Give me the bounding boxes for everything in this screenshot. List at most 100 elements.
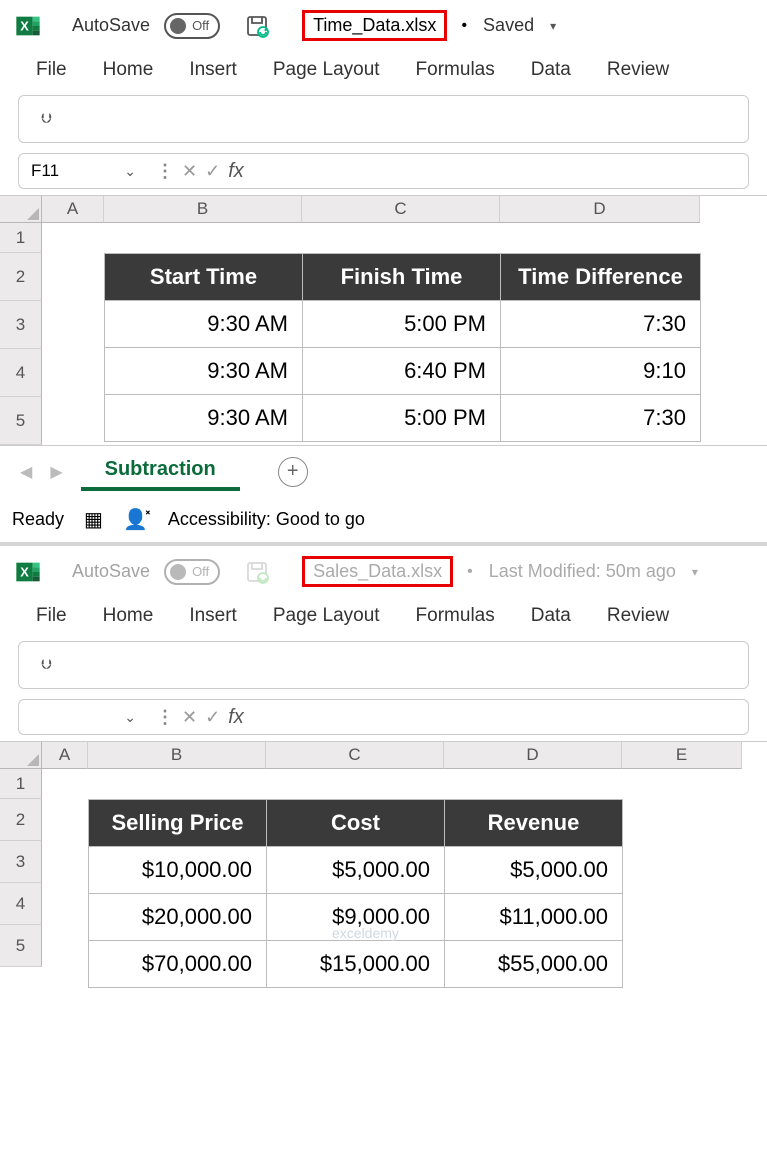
accessibility-status[interactable]: Accessibility: Good to go [168,509,365,530]
col-header[interactable]: A [42,742,88,769]
sheet-tab-bar: ◀ ▶ Subtraction + [0,445,767,497]
col-header[interactable]: D [500,196,700,223]
save-status[interactable]: Last Modified: 50m ago [489,561,676,582]
fx-icon[interactable]: fx [228,160,244,183]
col-header[interactable]: B [104,196,302,223]
row-header[interactable]: 3 [0,301,42,349]
tab-formulas[interactable]: Formulas [416,59,495,81]
sheet-tab-active[interactable]: Subtraction [81,452,240,491]
tab-home[interactable]: Home [103,59,154,81]
table-header[interactable]: Finish Time [303,254,501,301]
chevron-down-icon[interactable]: ⌄ [124,709,136,726]
row-header[interactable]: 3 [0,841,42,883]
table-header[interactable]: Selling Price [89,800,267,847]
chevron-down-icon[interactable]: ⌄ [124,163,136,180]
col-header[interactable]: B [88,742,266,769]
sheet-nav-prev-icon[interactable]: ◀ [20,462,32,482]
col-header[interactable]: C [302,196,500,223]
tab-review[interactable]: Review [607,605,669,627]
name-box[interactable]: F11 ⌄ [18,153,148,189]
row-header[interactable]: 5 [0,397,42,445]
table-header[interactable]: Time Difference [501,254,701,301]
formula-bar-buttons: ⋮ ✕ ✓ fx [148,153,252,189]
formula-input[interactable] [252,699,749,735]
row-header[interactable]: 1 [0,223,42,253]
autosave-toggle[interactable]: Off [164,13,220,39]
title-bar: X AutoSave Off Time_Data.xlsx • Saved ▾ [0,0,767,51]
tab-insert[interactable]: Insert [189,59,237,81]
tab-formulas[interactable]: Formulas [416,605,495,627]
cancel-icon[interactable]: ✕ [182,707,197,728]
spreadsheet-grid: 1 2 3 4 5 A B C D Start Time Finish Time [0,195,767,445]
table-row: 9:30 AM 5:00 PM 7:30 [105,301,701,348]
row-header[interactable]: 4 [0,883,42,925]
data-table[interactable]: Start Time Finish Time Time Difference 9… [104,253,701,442]
table-row: 9:30 AM 6:40 PM 9:10 [105,348,701,395]
name-box[interactable]: ⌄ [18,699,148,735]
row-header[interactable]: 2 [0,253,42,301]
table-row: $20,000.00 $9,000.00 $11,000.00 [89,894,623,941]
ribbon-tabs: File Home Insert Page Layout Formulas Da… [0,51,767,91]
enter-icon[interactable]: ✓ [205,707,220,728]
collapsed-ribbon[interactable]: ⮋ [18,641,749,689]
collapsed-ribbon[interactable]: ⮋ [18,95,749,143]
divider-icon: ⋮ [156,161,174,182]
tab-file[interactable]: File [36,59,67,81]
row-header[interactable]: 4 [0,349,42,397]
save-status[interactable]: Saved [483,15,534,36]
col-header[interactable]: C [266,742,444,769]
chevron-down-icon[interactable]: ▾ [692,565,698,579]
data-table[interactable]: Selling Price Cost Revenue $10,000.00 $5… [88,799,623,988]
save-icon[interactable] [244,559,270,585]
row-header[interactable]: 1 [0,769,42,799]
formula-bar-row: F11 ⌄ ⋮ ✕ ✓ fx [18,153,749,189]
chevron-down-icon[interactable]: ▾ [550,19,556,33]
select-all-corner[interactable] [0,741,42,769]
tab-page-layout[interactable]: Page Layout [273,59,380,81]
save-icon[interactable] [244,13,270,39]
expand-ribbon-icon[interactable]: ⮋ [41,656,52,672]
autosave-label: AutoSave [72,561,150,582]
tab-page-layout[interactable]: Page Layout [273,605,380,627]
sheet-nav-next-icon[interactable]: ▶ [50,462,62,482]
spreadsheet-grid: 1 2 3 4 5 A B C D E Selling Price Cost [0,741,767,969]
expand-ribbon-icon[interactable]: ⮋ [41,110,52,126]
table-header[interactable]: Cost [267,800,445,847]
tab-data[interactable]: Data [531,59,571,81]
tab-insert[interactable]: Insert [189,605,237,627]
table-row: $70,000.00 $15,000.00 $55,000.00 [89,941,623,988]
select-all-corner[interactable] [0,195,42,223]
accessibility-icon[interactable]: 👤̽ [123,507,148,532]
status-bar: Ready ▦ 👤̽ Accessibility: Good to go [0,497,767,546]
col-header[interactable]: D [444,742,622,769]
table-row: $10,000.00 $5,000.00 $5,000.00 [89,847,623,894]
formula-bar-row: ⌄ ⋮ ✕ ✓ fx [18,699,749,735]
svg-text:X: X [20,564,29,579]
row-header[interactable]: 2 [0,799,42,841]
excel-logo-icon: X [14,12,42,40]
tab-home[interactable]: Home [103,605,154,627]
tab-data[interactable]: Data [531,605,571,627]
col-header[interactable]: E [622,742,742,769]
table-header[interactable]: Start Time [105,254,303,301]
add-sheet-button[interactable]: + [278,457,308,487]
row-header[interactable]: 5 [0,925,42,967]
tab-review[interactable]: Review [607,59,669,81]
fx-icon[interactable]: fx [228,706,244,729]
title-bar: X AutoSave Off Sales_Data.xlsx • Last Mo… [0,546,767,597]
autosave-toggle[interactable]: Off [164,559,220,585]
formula-input[interactable] [252,153,749,189]
divider-icon: ⋮ [156,707,174,728]
filename-box[interactable]: Sales_Data.xlsx [302,556,453,587]
autosave-label: AutoSave [72,15,150,36]
filename-box[interactable]: Time_Data.xlsx [302,10,447,41]
tab-file[interactable]: File [36,605,67,627]
stats-icon[interactable]: ▦ [84,507,103,532]
ribbon-tabs: File Home Insert Page Layout Formulas Da… [0,597,767,637]
bullet: • [461,17,467,35]
enter-icon[interactable]: ✓ [205,161,220,182]
excel-logo-icon: X [14,558,42,586]
col-header[interactable]: A [42,196,104,223]
table-header[interactable]: Revenue [445,800,623,847]
cancel-icon[interactable]: ✕ [182,161,197,182]
